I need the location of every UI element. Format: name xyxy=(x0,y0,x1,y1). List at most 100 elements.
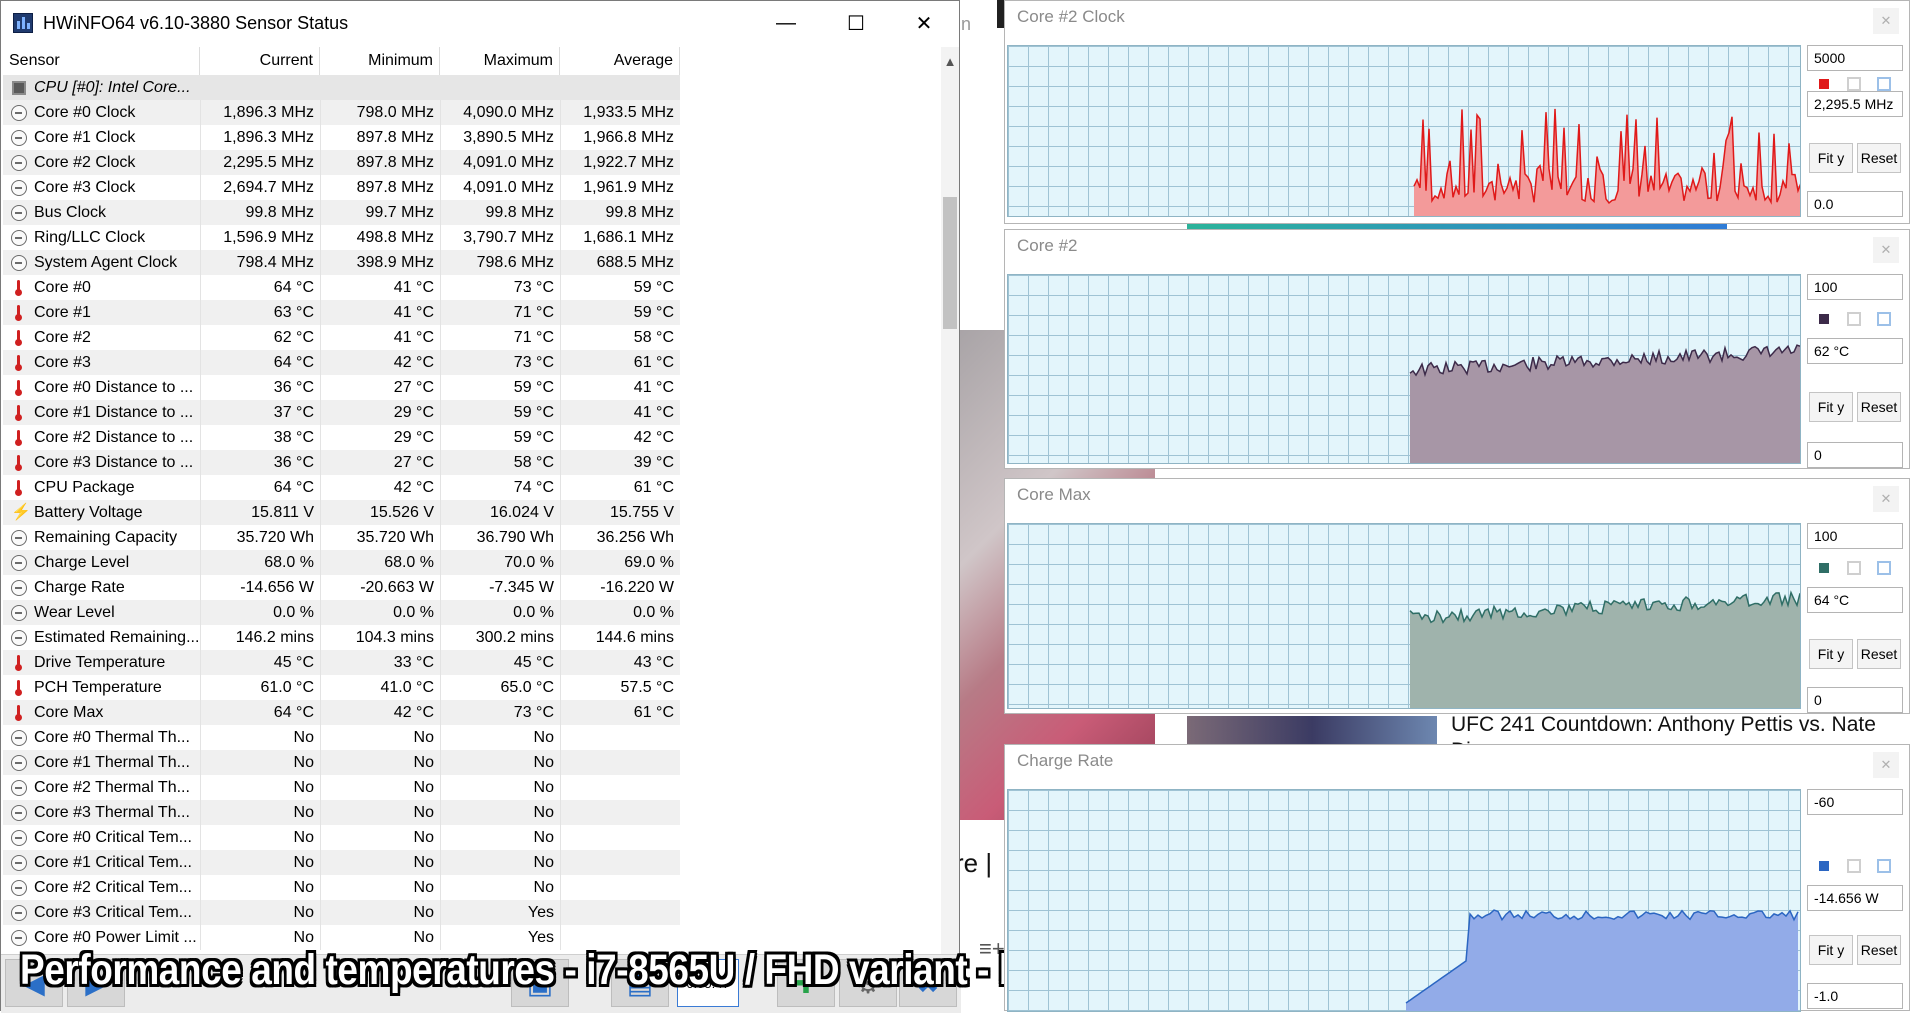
graph-option-box[interactable] xyxy=(1847,77,1861,91)
maximum-value: Yes xyxy=(527,904,554,921)
maximize-button[interactable]: ☐ xyxy=(821,1,891,46)
graph-title: Core #2 Clock xyxy=(1017,7,1125,26)
minimum-value: 398.9 MHz xyxy=(356,254,434,271)
graph-close-button[interactable]: ✕ xyxy=(1873,486,1899,512)
column-header-current[interactable]: Current xyxy=(200,47,320,75)
maximum-value: 71 °C xyxy=(513,304,554,321)
current-value: No xyxy=(293,779,314,796)
sensor-row[interactable]: Wear Level 0.0 % 0.0 % 0.0 % 0.0 % xyxy=(3,600,940,625)
graph-color-swatch[interactable] xyxy=(1817,77,1831,91)
graph-option-box-2[interactable] xyxy=(1877,312,1891,326)
graph-plot-area xyxy=(1007,45,1801,217)
graph-option-box-2[interactable] xyxy=(1877,561,1891,575)
minimum-value: 798.0 MHz xyxy=(356,104,434,121)
sensor-row[interactable]: Estimated Remaining... 146.2 mins 104.3 mi… xyxy=(3,625,940,650)
close-button[interactable]: ✕ xyxy=(889,1,959,46)
sensor-row[interactable]: Core #1 Distance to ... 37 °C 29 °C 59 °C 41… xyxy=(3,400,940,425)
graph-min-field[interactable]: 0 xyxy=(1807,442,1903,468)
scroll-thumb[interactable] xyxy=(943,197,957,329)
graph-close-button[interactable]: ✕ xyxy=(1873,752,1899,778)
sensor-row[interactable]: Core #2 Thermal Th... No No No xyxy=(3,775,940,800)
sensor-row[interactable]: Core #3 Distance to ... 36 °C 27 °C 58 °C 39… xyxy=(3,450,940,475)
sensor-row[interactable]: Core #3 64 °C 42 °C 73 °C 61 °C xyxy=(3,350,940,375)
column-header-sensor[interactable]: Sensor xyxy=(3,47,200,75)
sensor-row[interactable]: Remaining Capacity 35.720 Wh 35.720 Wh 36.7… xyxy=(3,525,940,550)
sensor-row[interactable]: Ring/LLC Clock 1,596.9 MHz 498.8 MHz 3,790.… xyxy=(3,225,940,250)
sensor-row[interactable]: Core #1 Critical Tem... No No No xyxy=(3,850,940,875)
graph-window-core2-temp[interactable]: Core #2 ✕ 100 62 °C Fit y Reset 0 xyxy=(1004,229,1910,469)
sensor-row[interactable]: Core #2 Distance to ... 38 °C 29 °C 59 °C 42… xyxy=(3,425,940,450)
minimum-value: 0.0 % xyxy=(393,604,434,621)
graph-window-core-max[interactable]: Core Max ✕ 100 64 °C Fit y Reset 0 xyxy=(1004,478,1910,714)
graph-window-charge-rate[interactable]: Charge Rate ✕ -60 -14.656 W Fit y Reset … xyxy=(1004,744,1910,1012)
reset-button[interactable]: Reset xyxy=(1857,935,1901,965)
sensor-row[interactable]: Core #0 Thermal Th... No No No xyxy=(3,725,940,750)
graph-window-core2-clock[interactable]: Core #2 Clock ✕ 5000 2,295.5 MHz Fit y R… xyxy=(1004,0,1910,224)
sensor-row[interactable]: Core #3 Critical Tem... No No Yes xyxy=(3,900,940,925)
reset-button[interactable]: Reset xyxy=(1857,392,1901,422)
sensor-row[interactable]: Charge Rate -14.656 W -20.663 W -7.345 W -16… xyxy=(3,575,940,600)
column-header-average[interactable]: Average xyxy=(560,47,680,75)
graph-min-field[interactable]: -1.0 xyxy=(1807,983,1903,1009)
maximum-value: 74 °C xyxy=(513,479,554,496)
graph-option-box[interactable] xyxy=(1847,561,1861,575)
graph-color-swatch[interactable] xyxy=(1817,859,1831,873)
fit-y-button[interactable]: Fit y xyxy=(1809,143,1853,173)
graph-min-field[interactable]: 0 xyxy=(1807,687,1903,713)
maximum-value: No xyxy=(533,729,554,746)
maximum-value: 65.0 °C xyxy=(500,679,554,696)
graph-option-box-2[interactable] xyxy=(1877,859,1891,873)
vertical-scrollbar[interactable]: ▲ ▼ xyxy=(941,47,959,992)
current-value: 35.720 Wh xyxy=(236,529,314,546)
graph-max-field[interactable]: 100 xyxy=(1807,523,1903,549)
sensor-row[interactable]: Core #2 Clock 2,295.5 MHz 897.8 MHz 4,091.0… xyxy=(3,150,940,175)
graph-close-button[interactable]: ✕ xyxy=(1873,8,1899,34)
sensor-row[interactable]: PCH Temperature 61.0 °C 41.0 °C 65.0 °C 57.5… xyxy=(3,675,940,700)
column-header-maximum[interactable]: Maximum xyxy=(440,47,560,75)
fit-y-button[interactable]: Fit y xyxy=(1809,935,1853,965)
sensor-row[interactable]: Battery Voltage 15.811 V 15.526 V 16.024 V 1… xyxy=(3,500,940,525)
sensor-row[interactable]: Core #0 Clock 1,896.3 MHz 798.0 MHz 4,090.0… xyxy=(3,100,940,125)
column-header-minimum[interactable]: Minimum xyxy=(320,47,440,75)
sensor-row[interactable]: Core #3 Clock 2,694.7 MHz 897.8 MHz 4,091.0… xyxy=(3,175,940,200)
graph-option-box[interactable] xyxy=(1847,312,1861,326)
minimum-value: 68.0 % xyxy=(384,554,434,571)
sensor-row[interactable]: Core #3 Thermal Th... No No No xyxy=(3,800,940,825)
minimize-button[interactable]: — xyxy=(751,1,821,46)
current-value: 99.8 MHz xyxy=(245,204,314,221)
sensor-row[interactable]: Core Max 64 °C 42 °C 73 °C 61 °C xyxy=(3,700,940,725)
sensor-row[interactable]: Core #1 Thermal Th... No No No xyxy=(3,750,940,775)
reset-button[interactable]: Reset xyxy=(1857,639,1901,669)
sensor-row[interactable]: Drive Temperature 45 °C 33 °C 45 °C 43 °C xyxy=(3,650,940,675)
graph-color-swatch[interactable] xyxy=(1817,312,1831,326)
graph-close-button[interactable]: ✕ xyxy=(1873,237,1899,263)
sensor-row[interactable]: CPU Package 64 °C 42 °C 74 °C 61 °C xyxy=(3,475,940,500)
sensor-row[interactable]: Bus Clock 99.8 MHz 99.7 MHz 99.8 MHz 99.8 MH… xyxy=(3,200,940,225)
sensor-row[interactable]: Core #2 Critical Tem... No No No xyxy=(3,875,940,900)
fit-y-button[interactable]: Fit y xyxy=(1809,639,1853,669)
graph-min-field[interactable]: 0.0 xyxy=(1807,191,1903,217)
sensor-row[interactable]: Charge Level 68.0 % 68.0 % 70.0 % 69.0 % xyxy=(3,550,940,575)
graph-max-field[interactable]: -60 xyxy=(1807,789,1903,815)
graph-max-field[interactable]: 5000 xyxy=(1807,45,1903,71)
sensor-row[interactable]: Core #1 Clock 1,896.3 MHz 897.8 MHz 3,890.5… xyxy=(3,125,940,150)
sensor-row[interactable]: Core #1 63 °C 41 °C 71 °C 59 °C xyxy=(3,300,940,325)
fit-y-button[interactable]: Fit y xyxy=(1809,392,1853,422)
sensor-row[interactable]: Core #0 Critical Tem... No No No xyxy=(3,825,940,850)
sensor-row[interactable]: Core #2 62 °C 41 °C 71 °C 58 °C xyxy=(3,325,940,350)
titlebar: HWiNFO64 v6.10-3880 Sensor Status — ☐ ✕ xyxy=(1,1,959,46)
sensor-row[interactable]: System Agent Clock 798.4 MHz 398.9 MHz 798.… xyxy=(3,250,940,275)
sensor-row[interactable]: Core #0 Distance to ... 36 °C 27 °C 59 °C 41… xyxy=(3,375,940,400)
graph-option-box[interactable] xyxy=(1847,859,1861,873)
sensor-row[interactable]: Core #0 64 °C 41 °C 73 °C 59 °C xyxy=(3,275,940,300)
sensor-group-row[interactable]: CPU [#0]: Intel Core... xyxy=(3,75,940,100)
graph-color-swatch[interactable] xyxy=(1817,561,1831,575)
graph-max-field[interactable]: 100 xyxy=(1807,274,1903,300)
minimum-value: 897.8 MHz xyxy=(356,154,434,171)
minimum-value: 104.3 mins xyxy=(355,629,434,646)
reset-button[interactable]: Reset xyxy=(1857,143,1901,173)
scroll-up-arrow-icon[interactable]: ▲ xyxy=(941,51,959,73)
graph-plot-area xyxy=(1007,274,1801,464)
graph-option-box-2[interactable] xyxy=(1877,77,1891,91)
maximum-value: 300.2 mins xyxy=(475,629,554,646)
